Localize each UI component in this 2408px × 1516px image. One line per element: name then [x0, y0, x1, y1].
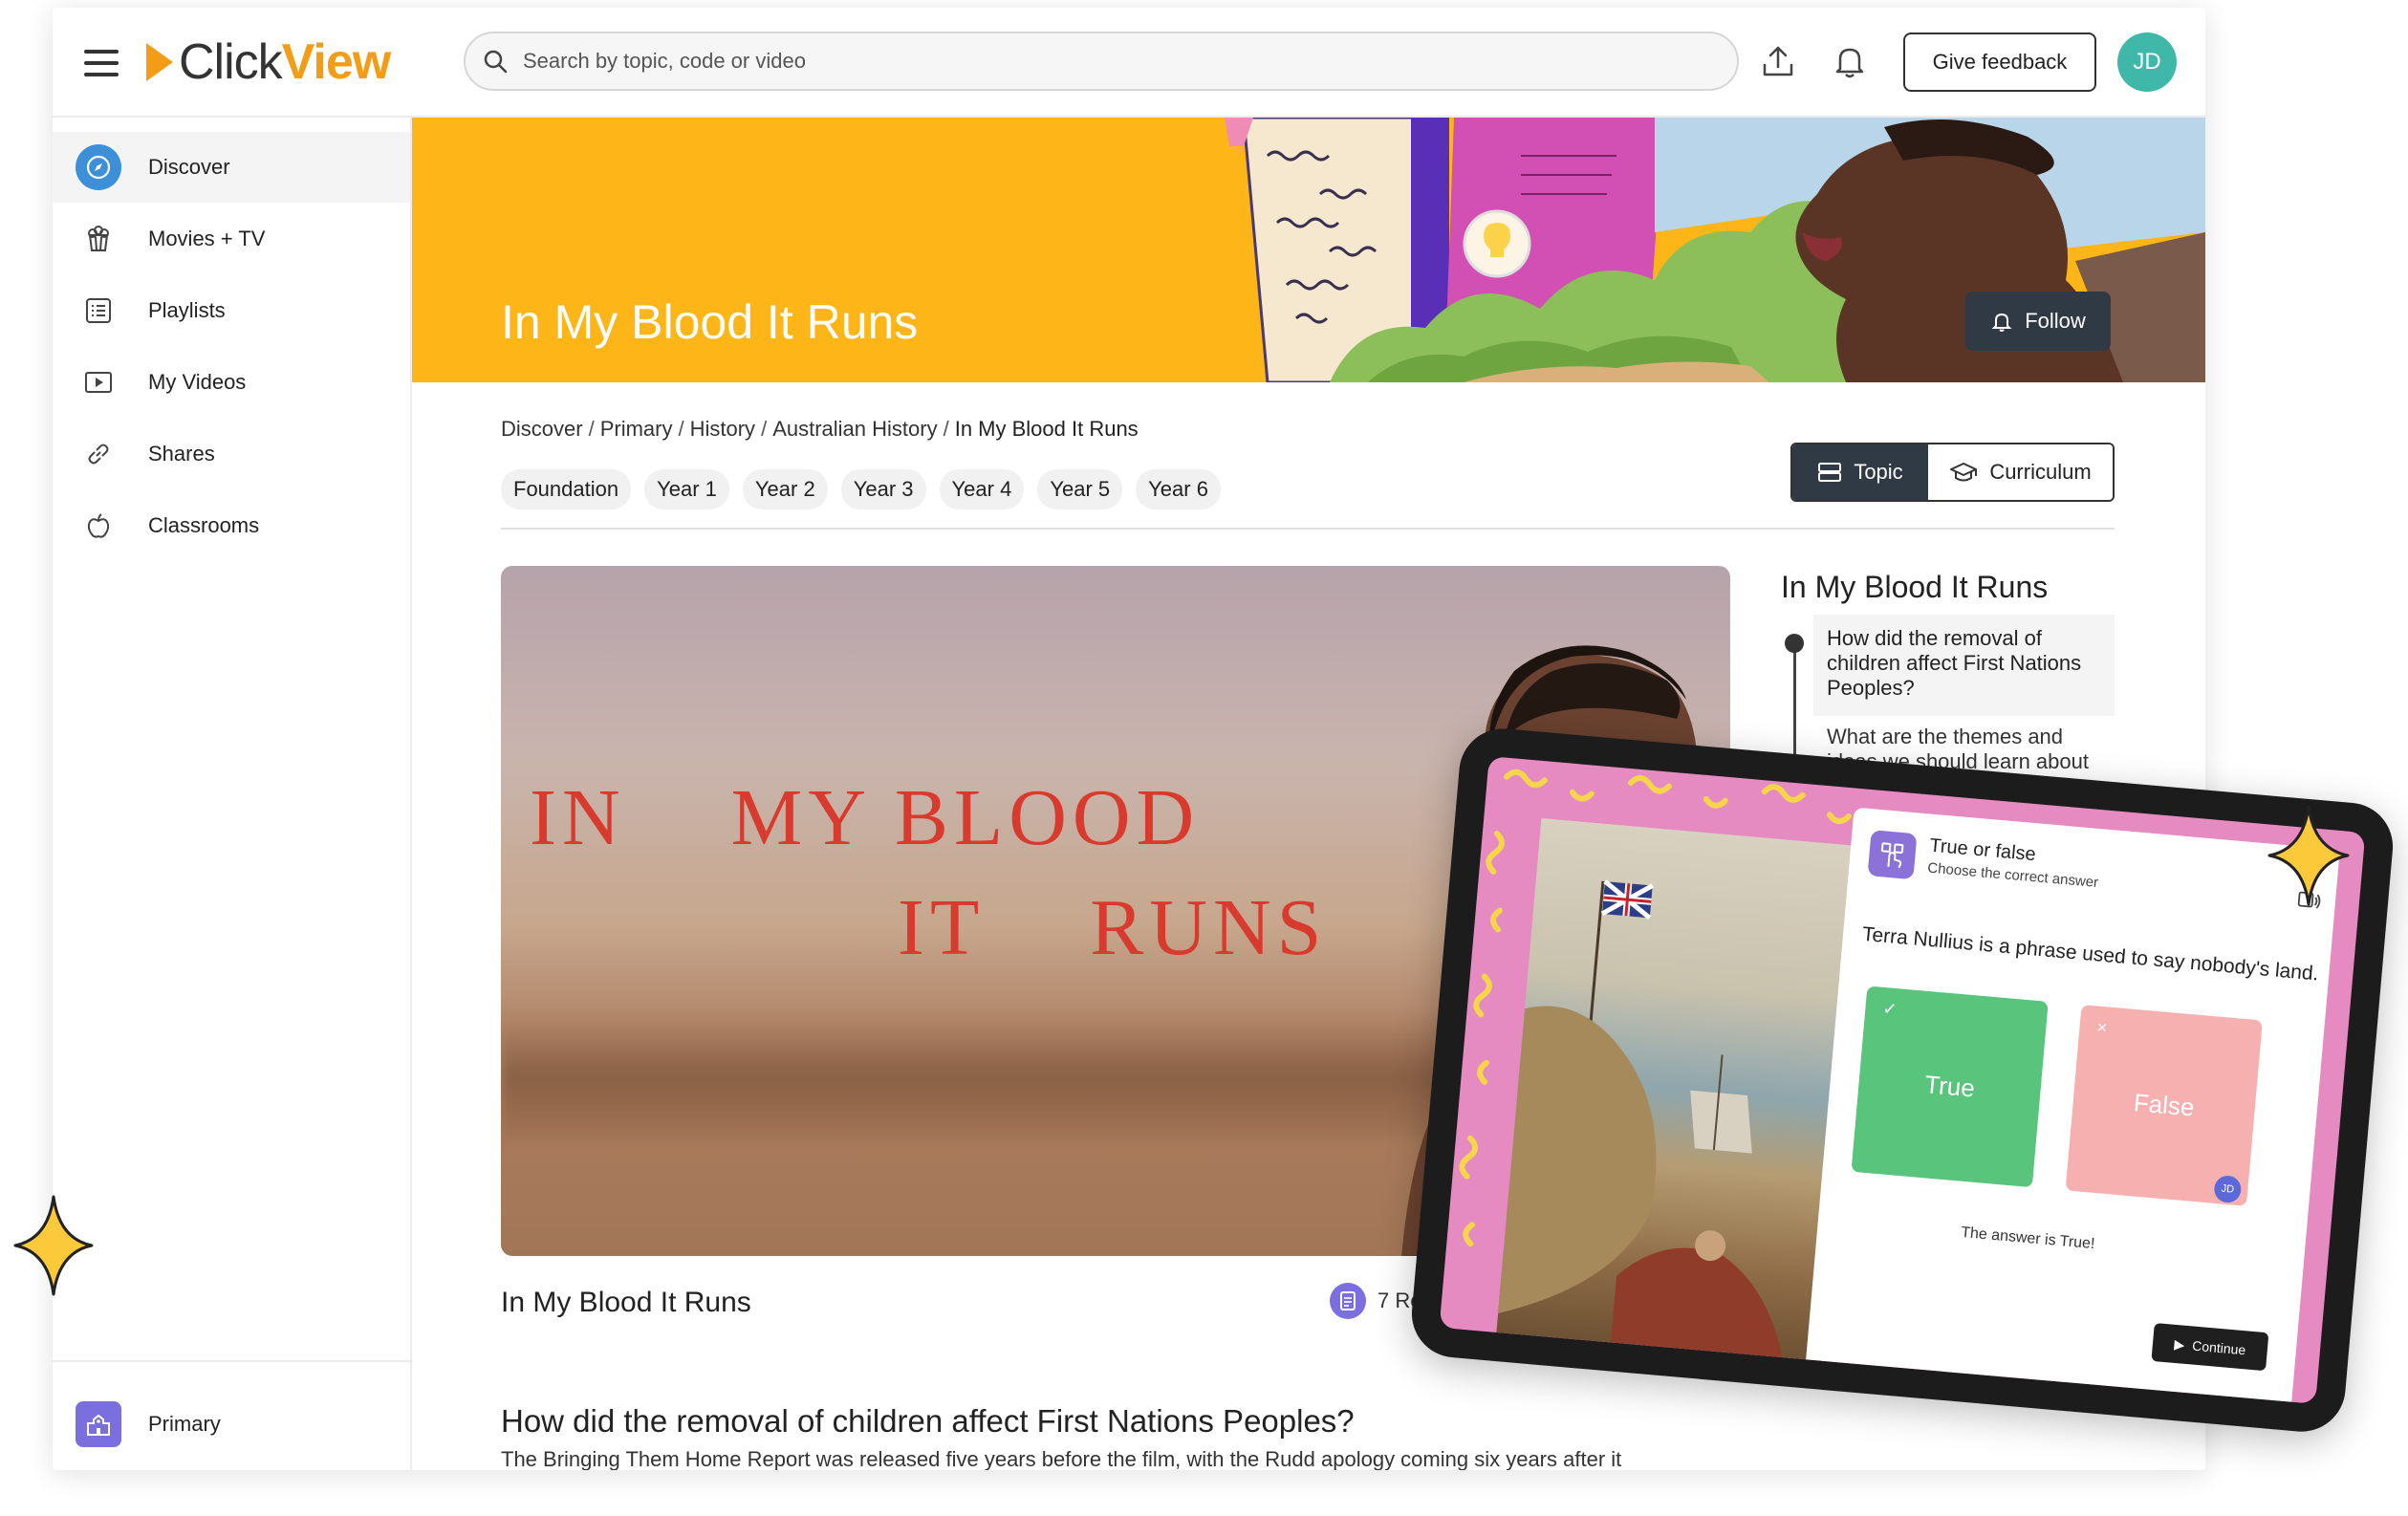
check-icon: ✓: [1881, 998, 1898, 1020]
topic-banner: In My Blood It Runs Follow: [412, 118, 2205, 382]
sidebar-item-label: Playlists: [148, 298, 226, 322]
user-avatar[interactable]: JD: [2117, 32, 2177, 92]
search-bar[interactable]: [464, 32, 1739, 91]
sparkle-icon: [13, 1195, 94, 1296]
breadcrumb-link[interactable]: Primary: [600, 417, 673, 441]
sparkle-icon: [2267, 805, 2350, 906]
video-title-word: IT: [898, 883, 986, 972]
toc-title: In My Blood It Runs: [1781, 570, 2049, 604]
popcorn-icon: [76, 216, 121, 262]
compass-icon: [76, 144, 121, 190]
touch-icon: [1867, 830, 1918, 880]
video-caption[interactable]: In My Blood It Runs: [501, 1287, 751, 1319]
breadcrumb-separator: /: [588, 417, 595, 441]
link-icon: [76, 431, 121, 477]
sidebar-item-label: Movies + TV: [148, 227, 266, 250]
tablet-device: True or false Choose the correct answer …: [1408, 725, 2397, 1436]
menu-icon[interactable]: [84, 50, 119, 76]
breadcrumb: Discover / Primary / History / Australian Hist…: [501, 417, 1139, 442]
sidebar: Discover Movies + TV Playlists My Videos…: [53, 118, 412, 1470]
quiz-instruction: Choose the correct answer: [1926, 859, 2099, 892]
breadcrumb-separator: /: [761, 417, 768, 441]
answer-true-button[interactable]: ✓ True: [1851, 985, 2049, 1188]
sidebar-item-movies-tv[interactable]: Movies + TV: [53, 204, 410, 274]
breadcrumb-separator: /: [678, 417, 684, 441]
banner-title: In My Blood It Runs: [501, 295, 919, 349]
year-chip-6[interactable]: Year 6: [1136, 469, 1221, 509]
bell-outline-icon: [1991, 313, 2012, 332]
upload-icon[interactable]: [1759, 42, 1797, 80]
close-icon: ×: [2095, 1017, 2108, 1038]
video-title-word: IN: [530, 773, 626, 862]
tab-curriculum-label: Curriculum: [1989, 460, 2092, 484]
view-toggle: Topic Curriculum: [1790, 443, 2115, 502]
section-heading: How did the removal of children affect F…: [501, 1403, 1355, 1439]
video-title-word: MY BLOOD: [730, 773, 1201, 862]
breadcrumb-link[interactable]: Discover: [501, 417, 583, 441]
year-chip-2[interactable]: Year 2: [742, 469, 828, 509]
sidebar-item-classrooms[interactable]: Classrooms: [53, 490, 410, 561]
sidebar-item-label: Shares: [148, 442, 215, 466]
tab-topic-label: Topic: [1854, 460, 1903, 484]
sidebar-divider: [53, 1360, 410, 1362]
section-paragraph: The Bringing Them Home Report was releas…: [501, 1447, 1622, 1470]
sidebar-item-my-videos[interactable]: My Videos: [53, 347, 410, 418]
sidebar-item-label: My Videos: [148, 370, 247, 394]
sidebar-item-label: Classrooms: [148, 513, 260, 537]
clickview-logo[interactable]: Click View: [146, 34, 392, 90]
historic-painting: [1496, 818, 1866, 1361]
answer-true-label: True: [1923, 1070, 1977, 1103]
quiz-card: True or false Choose the correct answer …: [1806, 807, 2340, 1402]
toc-current-dot: [1785, 634, 1804, 653]
sidebar-item-shares[interactable]: Shares: [53, 419, 410, 489]
search-input[interactable]: [521, 48, 1672, 75]
continue-button[interactable]: ▶ Continue: [2151, 1322, 2269, 1372]
play-icon: [76, 359, 121, 405]
sidebar-item-primary[interactable]: Primary: [53, 1389, 410, 1460]
logo-text-view: View: [281, 34, 392, 90]
year-chip-1[interactable]: Year 1: [644, 469, 729, 509]
video-title-overlay-line1: IN MY BLOOD: [530, 771, 1200, 864]
logo-text-click: Click: [179, 34, 283, 90]
year-chip-foundation[interactable]: Foundation: [501, 469, 632, 509]
sidebar-item-playlists[interactable]: Playlists: [53, 275, 410, 346]
apple-icon: [76, 503, 121, 549]
breadcrumb-separator: /: [943, 417, 949, 441]
year-chip-4[interactable]: Year 4: [939, 469, 1025, 509]
sidebar-item-discover[interactable]: Discover: [53, 132, 410, 203]
tablet-screen: True or false Choose the correct answer …: [1439, 756, 2366, 1404]
video-title-word: RUNS: [1090, 883, 1328, 972]
toc-item-current[interactable]: How did the removal of children affect F…: [1813, 615, 2115, 716]
sidebar-item-label: Discover: [148, 155, 230, 179]
bell-icon[interactable]: [1831, 42, 1869, 80]
answer-false-label: False: [2132, 1088, 2196, 1122]
tab-curriculum[interactable]: Curriculum: [1928, 444, 2113, 500]
year-chip-3[interactable]: Year 3: [840, 469, 926, 509]
continue-label: Continue: [2191, 1337, 2246, 1358]
tab-topic[interactable]: Topic: [1792, 444, 1928, 500]
list-icon: [76, 288, 121, 334]
breadcrumb-current: In My Blood It Runs: [954, 417, 1139, 441]
graduation-cap-icon: [1950, 463, 1978, 482]
document-icon: [1330, 1283, 1366, 1319]
breadcrumb-link[interactable]: Australian History: [772, 417, 937, 441]
follow-button[interactable]: Follow: [1965, 292, 2111, 351]
logo-play-icon: [146, 43, 173, 81]
year-filter-chips: Foundation Year 1 Year 2 Year 3 Year 4 Y…: [501, 469, 1221, 509]
content-divider: [501, 528, 2115, 530]
year-chip-5[interactable]: Year 5: [1037, 469, 1123, 509]
follow-label: Follow: [2025, 309, 2086, 333]
topic-icon: [1818, 463, 1842, 482]
video-title-overlay-line2: IT RUNS: [898, 881, 1327, 974]
school-icon: [76, 1401, 121, 1447]
breadcrumb-link[interactable]: History: [690, 417, 755, 441]
top-header: ClickView Give feedback JD: [53, 8, 2205, 118]
sidebar-footer-label: Primary: [148, 1412, 221, 1436]
search-icon: [484, 50, 508, 74]
quiz-answer-text: The answer is True!: [1960, 1224, 2096, 1253]
play-small-icon: ▶: [2173, 1335, 2186, 1353]
give-feedback-button[interactable]: Give feedback: [1903, 32, 2096, 92]
quiz-question: Terra Nullius is a phrase used to say no…: [1861, 922, 2320, 985]
